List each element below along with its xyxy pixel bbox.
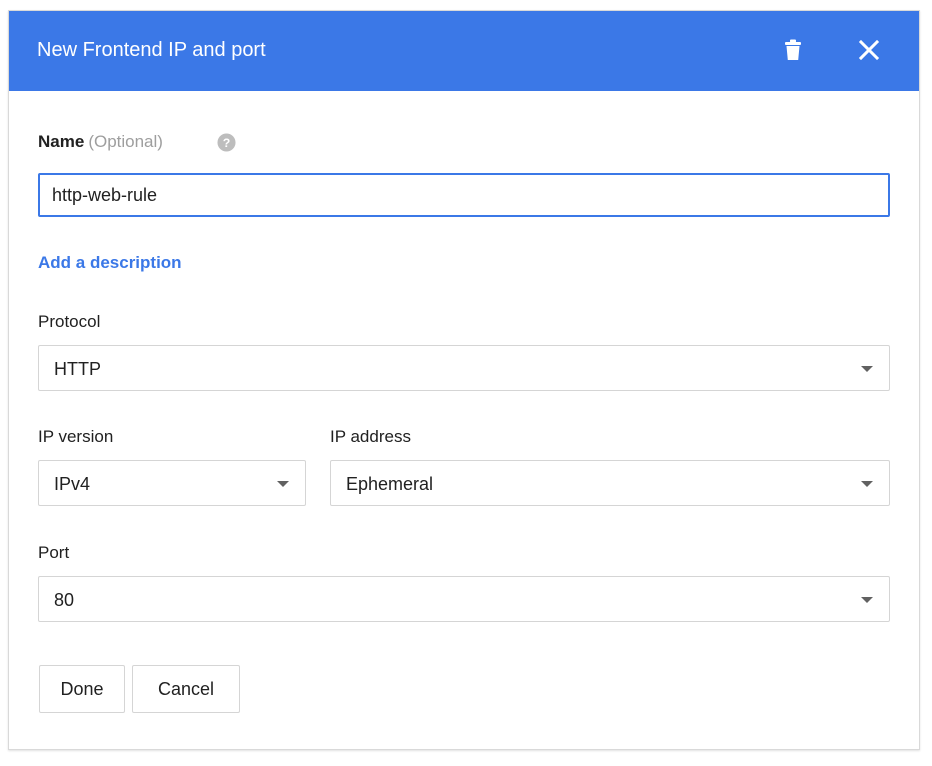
close-button[interactable]: [852, 33, 886, 67]
done-button[interactable]: Done: [39, 665, 125, 713]
dropdown-caret-icon: [277, 481, 289, 487]
ip-address-value: Ephemeral: [346, 474, 434, 494]
port-label: Port: [38, 543, 70, 562]
port-value: 80: [54, 590, 75, 610]
protocol-label: Protocol: [38, 312, 101, 331]
trash-icon: [785, 39, 801, 60]
help-circle-icon[interactable]: ?: [217, 133, 236, 152]
optional-text: (Optional): [88, 132, 163, 151]
cancel-button[interactable]: Cancel: [132, 665, 240, 713]
ip-version-label: IP version: [38, 427, 114, 446]
name-label-text: Name: [38, 132, 85, 151]
ip-version-value: IPv4: [54, 474, 91, 494]
protocol-select[interactable]: HTTP: [38, 345, 890, 391]
add-description-link[interactable]: Add a description: [38, 252, 182, 274]
ip-version-select[interactable]: IPv4: [38, 460, 306, 506]
frontend-ip-port-panel: New Frontend IP and port Name (Optional) …: [8, 10, 920, 750]
dropdown-caret-icon: [861, 366, 873, 372]
dropdown-caret-icon: [861, 481, 873, 487]
dropdown-caret-icon: [861, 597, 873, 603]
name-label: Name (Optional): [38, 131, 163, 153]
ip-address-label: IP address: [330, 427, 411, 446]
panel-header: New Frontend IP and port: [9, 11, 919, 91]
delete-button[interactable]: [776, 33, 810, 67]
close-icon: [859, 40, 879, 60]
protocol-value: HTTP: [54, 359, 101, 379]
name-input[interactable]: [38, 173, 890, 217]
panel-title: New Frontend IP and port: [37, 39, 266, 61]
port-select[interactable]: 80: [38, 576, 890, 622]
svg-text:?: ?: [223, 136, 231, 150]
ip-address-select[interactable]: Ephemeral: [330, 460, 890, 506]
